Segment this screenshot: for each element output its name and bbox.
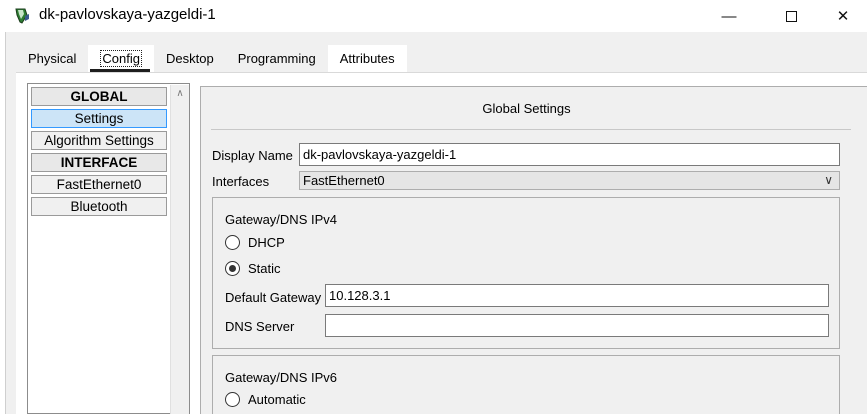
title-bar: dk-pavlovskaya-yazgeldi-1 — ✕ (0, 0, 867, 32)
tab-label: Programming (237, 51, 316, 66)
display-name-field[interactable]: dk-pavlovskaya-yazgeldi-1 (299, 143, 840, 166)
tab-bar: Physical Config Desktop Programming Attr… (16, 45, 407, 73)
nav-item-fastethernet0[interactable]: FastEthernet0 (31, 175, 167, 194)
minimize-icon: — (721, 7, 737, 25)
tab-label: Attributes (339, 51, 395, 66)
interfaces-label: Interfaces (212, 174, 270, 189)
window-title: dk-pavlovskaya-yazgeldi-1 (39, 6, 216, 23)
tab-label: Physical (28, 51, 77, 66)
config-nav-list: GLOBAL Settings Algorithm Settings INTER… (27, 83, 190, 414)
panel-title: Global Settings (482, 101, 571, 116)
tab-desktop[interactable]: Desktop (154, 45, 226, 73)
ipv4-group-title: Gateway/DNS IPv4 (225, 212, 337, 227)
static-label: Static (248, 261, 281, 276)
background-window-edge (0, 32, 6, 414)
scroll-up-icon[interactable]: ∧ (175, 89, 185, 99)
automatic-label: Automatic (248, 392, 306, 407)
maximize-button[interactable] (768, 0, 814, 32)
nav-item-settings[interactable]: Settings (31, 109, 167, 128)
tab-programming[interactable]: Programming (225, 45, 328, 73)
close-icon: ✕ (836, 8, 850, 25)
ipv6-group: Gateway/DNS IPv6 Automatic (212, 355, 840, 414)
default-gateway-field[interactable]: 10.128.3.1 (325, 284, 829, 307)
dhcp-label: DHCP (248, 235, 285, 250)
ipv4-group: Gateway/DNS IPv4 DHCP Static Default Gat… (212, 197, 840, 349)
chevron-down-icon: ∨ (824, 173, 833, 187)
maximize-icon (785, 10, 797, 22)
dns-server-field[interactable] (325, 314, 829, 337)
radio-selected-dot (229, 265, 236, 272)
ipv6-group-title: Gateway/DNS IPv6 (225, 370, 337, 385)
divider (211, 129, 851, 130)
display-name-label: Display Name (212, 148, 293, 163)
minimize-button[interactable]: — (706, 0, 752, 32)
default-gateway-label: Default Gateway (225, 290, 322, 305)
nav-header-interface: INTERFACE (31, 153, 167, 172)
dhcp-radio[interactable] (225, 235, 240, 250)
close-button[interactable]: ✕ (820, 0, 866, 32)
nav-item-bluetooth[interactable]: Bluetooth (31, 197, 167, 216)
automatic-radio[interactable] (225, 392, 240, 407)
interfaces-value: FastEthernet0 (303, 173, 385, 188)
interfaces-select[interactable]: FastEthernet0 ∨ (299, 171, 840, 190)
app-icon (15, 8, 29, 24)
nav-item-algorithm-settings[interactable]: Algorithm Settings (31, 131, 167, 150)
dns-server-label: DNS Server (225, 319, 295, 334)
tab-label: Desktop (166, 51, 214, 66)
tab-attributes[interactable]: Attributes (327, 45, 407, 73)
nav-header-global: GLOBAL (31, 87, 167, 106)
nav-scrollbar[interactable]: ∧ (170, 85, 189, 414)
tab-physical[interactable]: Physical (16, 45, 89, 73)
static-radio[interactable] (225, 261, 240, 276)
global-settings-panel: Global Settings Display Name dk-pavlovsk… (200, 86, 867, 414)
tab-label: Config (100, 50, 142, 67)
